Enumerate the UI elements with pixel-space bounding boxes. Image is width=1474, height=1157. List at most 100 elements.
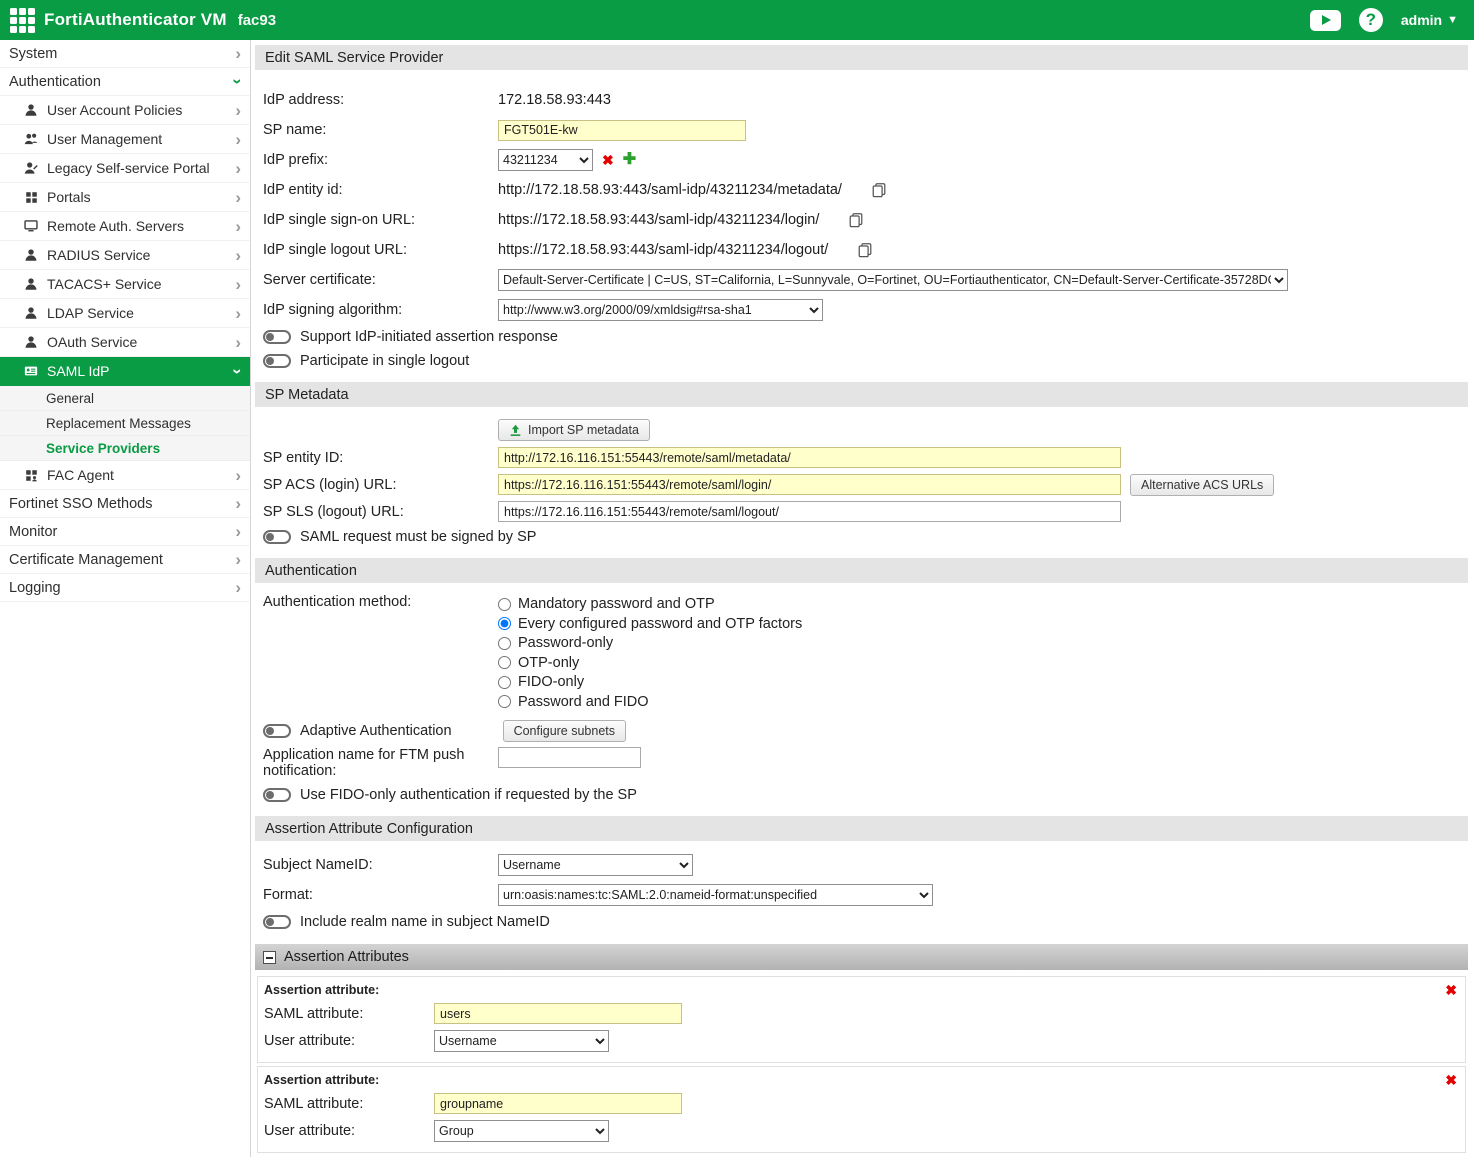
assertion-attribute-configuration-header: Assertion Attribute Configuration <box>255 816 1468 841</box>
sidebar-item-authentication[interactable]: Authentication › <box>0 68 250 96</box>
radio-input[interactable] <box>498 676 511 689</box>
adaptive-authentication-toggle[interactable] <box>263 724 291 738</box>
format-select[interactable]: urn:oasis:names:tc:SAML:2.0:nameid-forma… <box>498 884 933 906</box>
use-fido-only-label: Use FIDO-only authentication if requeste… <box>300 787 637 803</box>
video-tutorials-icon[interactable] <box>1310 10 1341 31</box>
chevron-right-icon: › <box>235 334 241 351</box>
idp-address-value: 172.18.58.93:443 <box>498 92 611 108</box>
sidebar-item-general[interactable]: General <box>0 386 250 411</box>
radio-input[interactable] <box>498 617 511 630</box>
sidebar-item-ldap-service[interactable]: LDAP Service › <box>0 299 250 328</box>
sidebar-item-saml-idp[interactable]: SAML IdP › <box>0 357 250 386</box>
sidebar-item-oauth-service[interactable]: OAuth Service › <box>0 328 250 357</box>
sidebar-item-system[interactable]: System › <box>0 40 250 68</box>
radio-fido-only[interactable]: FIDO-only <box>498 673 802 692</box>
copy-icon[interactable] <box>848 212 864 228</box>
user-attribute-select[interactable]: Group <box>434 1120 609 1142</box>
copy-icon[interactable] <box>871 182 887 198</box>
add-prefix-icon[interactable]: ✚ <box>623 152 636 168</box>
remove-assertion-attribute-icon[interactable]: ✖ <box>1445 983 1457 997</box>
chevron-right-icon: › <box>235 523 241 540</box>
configure-subnets-button[interactable]: Configure subnets <box>503 720 626 742</box>
saml-attribute-input[interactable] <box>434 1003 682 1024</box>
saml-request-signed-toggle[interactable] <box>263 530 291 544</box>
radio-mandatory-password-otp[interactable]: Mandatory password and OTP <box>498 595 802 614</box>
support-idp-initiated-toggle[interactable] <box>263 330 291 344</box>
fac-agent-icon <box>23 469 39 482</box>
radius-user-icon <box>23 248 39 262</box>
copy-icon[interactable] <box>857 242 873 258</box>
sidebar-item-fortinet-sso-methods[interactable]: Fortinet SSO Methods › <box>0 490 250 518</box>
alternative-acs-urls-button[interactable]: Alternative ACS URLs <box>1130 474 1274 496</box>
assertion-attributes-header[interactable]: Assertion Attributes <box>255 944 1468 970</box>
include-realm-label: Include realm name in subject NameID <box>300 914 550 930</box>
sidebar-item-fac-agent[interactable]: FAC Agent › <box>0 461 250 490</box>
radio-input[interactable] <box>498 637 511 650</box>
sidebar-item-portals[interactable]: Portals › <box>0 183 250 212</box>
radio-password-only[interactable]: Password-only <box>498 634 802 653</box>
chevron-right-icon: › <box>235 189 241 206</box>
help-icon[interactable]: ? <box>1359 8 1383 32</box>
sidebar-item-user-account-policies[interactable]: User Account Policies › <box>0 96 250 125</box>
idp-sso-url-label: IdP single sign-on URL: <box>263 212 498 228</box>
user-policy-icon <box>23 103 39 117</box>
assertion-attribute-block: Assertion attribute: ✖ SAML attribute: U… <box>257 1066 1466 1153</box>
server-certificate-label: Server certificate: <box>263 272 498 288</box>
assertion-attribute-label: Assertion attribute: <box>264 1073 379 1087</box>
import-sp-metadata-button[interactable]: Import SP metadata <box>498 419 650 441</box>
app-title: FortiAuthenticator VM <box>44 10 227 30</box>
sidebar-item-legacy-self-service-portal[interactable]: Legacy Self-service Portal › <box>0 154 250 183</box>
idp-prefix-select[interactable]: 43211234 <box>498 149 593 171</box>
topbar: FortiAuthenticator VM fac93 ? admin ▼ <box>0 0 1474 40</box>
ftm-push-app-name-input[interactable] <box>498 747 641 768</box>
sidebar-item-user-management[interactable]: User Management › <box>0 125 250 154</box>
saml-attribute-label: SAML attribute: <box>264 1096 434 1112</box>
collapse-icon[interactable] <box>263 951 276 964</box>
sidebar-item-logging[interactable]: Logging › <box>0 574 250 602</box>
sidebar-item-radius-service[interactable]: RADIUS Service › <box>0 241 250 270</box>
idp-sso-url-value: https://172.18.58.93:443/saml-idp/432112… <box>498 212 819 228</box>
self-service-user-icon <box>23 161 39 175</box>
remove-assertion-attribute-icon[interactable]: ✖ <box>1445 1073 1457 1087</box>
sp-acs-url-input[interactable] <box>498 474 1121 495</box>
participate-single-logout-toggle[interactable] <box>263 354 291 368</box>
sp-entity-id-input[interactable] <box>498 447 1121 468</box>
saml-attribute-label: SAML attribute: <box>264 1006 434 1022</box>
server-certificate-select[interactable]: Default-Server-Certificate | C=US, ST=Ca… <box>498 269 1288 291</box>
chevron-right-icon: › <box>235 495 241 512</box>
sidebar-item-monitor[interactable]: Monitor › <box>0 518 250 546</box>
subject-nameid-select[interactable]: Username <box>498 854 693 876</box>
support-idp-initiated-label: Support IdP-initiated assertion response <box>300 329 558 345</box>
assertion-attribute-block: Assertion attribute: ✖ SAML attribute: U… <box>257 976 1466 1063</box>
oauth-user-icon <box>23 335 39 349</box>
sp-sls-url-input[interactable] <box>498 501 1121 522</box>
sidebar-item-tacacs-service[interactable]: TACACS+ Service › <box>0 270 250 299</box>
saml-attribute-input[interactable] <box>434 1093 682 1114</box>
radio-input[interactable] <box>498 695 511 708</box>
sidebar-item-remote-auth-servers[interactable]: Remote Auth. Servers › <box>0 212 250 241</box>
use-fido-only-toggle[interactable] <box>263 788 291 802</box>
user-attribute-label: User attribute: <box>264 1123 434 1139</box>
chevron-right-icon: › <box>235 45 241 62</box>
radio-input[interactable] <box>498 656 511 669</box>
idp-signing-algorithm-label: IdP signing algorithm: <box>263 302 498 318</box>
include-realm-toggle[interactable] <box>263 915 291 929</box>
sp-name-input[interactable] <box>498 120 746 141</box>
sidebar-item-service-providers[interactable]: Service Providers <box>0 436 250 461</box>
chevron-right-icon: › <box>235 160 241 177</box>
sidebar-item-replacement-messages[interactable]: Replacement Messages <box>0 411 250 436</box>
radio-otp-only[interactable]: OTP-only <box>498 654 802 673</box>
user-group-icon <box>23 132 39 146</box>
user-menu[interactable]: admin ▼ <box>1401 12 1458 28</box>
radio-input[interactable] <box>498 598 511 611</box>
user-attribute-select[interactable]: Username <box>434 1030 609 1052</box>
idp-signing-algorithm-select[interactable]: http://www.w3.org/2000/09/xmldsig#rsa-sh… <box>498 299 823 321</box>
chevron-right-icon: › <box>235 247 241 264</box>
user-attribute-label: User attribute: <box>264 1033 434 1049</box>
radio-every-configured-password-otp[interactable]: Every configured password and OTP factor… <box>498 615 802 634</box>
portal-grid-icon <box>23 191 39 204</box>
ftm-push-label: Application name for FTM push notificati… <box>263 747 498 779</box>
delete-prefix-icon[interactable]: ✖ <box>602 153 614 167</box>
sidebar-item-certificate-management[interactable]: Certificate Management › <box>0 546 250 574</box>
radio-password-and-fido[interactable]: Password and FIDO <box>498 693 802 712</box>
